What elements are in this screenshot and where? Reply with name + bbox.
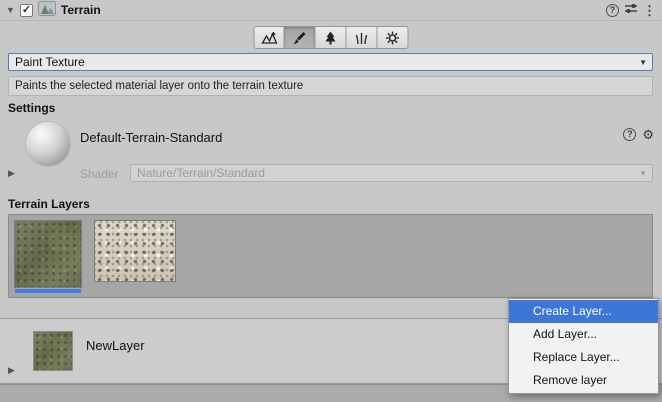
terrain-layers-label: Terrain Layers (8, 197, 90, 211)
terrain-layer-thumb-cliff[interactable] (95, 221, 175, 281)
help-box: Paints the selected material layer onto … (8, 76, 653, 96)
material-preview-sphere[interactable] (26, 122, 70, 166)
layer-item-thumbnail[interactable] (34, 332, 72, 370)
shader-label: Shader (80, 167, 119, 181)
material-help-icon[interactable]: ? (623, 128, 636, 141)
terrain-icon (38, 1, 56, 19)
layer-item-foldout-icon[interactable]: ▶ (8, 366, 15, 375)
tree-icon (323, 30, 339, 46)
terrain-layer-thumb-grass[interactable] (15, 221, 81, 287)
material-header-icons: ? ⚙ (623, 128, 654, 141)
material-name: Default-Terrain-Standard (80, 130, 222, 145)
chevron-down-icon: ▼ (639, 58, 647, 67)
material-gear-icon[interactable]: ⚙ (642, 128, 654, 141)
shader-dropdown-value: Nature/Terrain/Standard (137, 166, 265, 180)
tool-paint-trees[interactable] (316, 26, 347, 49)
settings-section-label: Settings (8, 101, 55, 115)
presets-icon[interactable] (624, 2, 638, 18)
help-icon[interactable]: ? (606, 4, 619, 17)
tool-paint-terrain[interactable] (285, 26, 316, 49)
kebab-menu-icon[interactable]: ⋮ (643, 4, 656, 17)
tool-paint-details[interactable] (347, 26, 378, 49)
menu-item-add-layer[interactable]: Add Layer... (509, 323, 658, 346)
terrain-layers-grid (8, 214, 653, 298)
gear-icon (385, 30, 401, 46)
grass-details-icon (354, 30, 370, 46)
paint-brush-icon (292, 30, 308, 46)
paint-tool-dropdown-value: Paint Texture (15, 55, 85, 69)
component-enabled-checkbox[interactable]: ✓ (20, 4, 33, 17)
help-box-text: Paints the selected material layer onto … (15, 80, 303, 92)
paint-tool-dropdown[interactable]: Paint Texture ▼ (8, 53, 653, 71)
menu-item-replace-layer[interactable]: Replace Layer... (509, 346, 658, 369)
shader-dropdown: Nature/Terrain/Standard ▼ (130, 164, 653, 182)
selected-layer-indicator (15, 289, 81, 293)
neighbor-terrains-icon (261, 30, 277, 46)
menu-item-remove-layer[interactable]: Remove layer (509, 369, 658, 392)
check-icon: ✓ (22, 5, 31, 16)
terrain-inspector: ▼ ✓ Terrain ? ⋮ (0, 0, 662, 402)
chevron-down-icon: ▼ (639, 169, 647, 178)
layer-context-menu: Create Layer... Add Layer... Replace Lay… (508, 298, 659, 394)
layer-item-name: NewLayer (86, 338, 145, 353)
material-foldout-icon[interactable]: ▶ (8, 169, 15, 178)
tool-terrain-settings[interactable] (378, 26, 409, 49)
terrain-tool-group (254, 26, 409, 49)
foldout-open-icon[interactable]: ▼ (6, 6, 15, 15)
tool-create-neighbor-terrains[interactable] (254, 26, 285, 49)
menu-item-create-layer[interactable]: Create Layer... (509, 300, 658, 323)
component-title: Terrain (61, 3, 101, 17)
component-header: ▼ ✓ Terrain ? ⋮ (0, 0, 662, 21)
